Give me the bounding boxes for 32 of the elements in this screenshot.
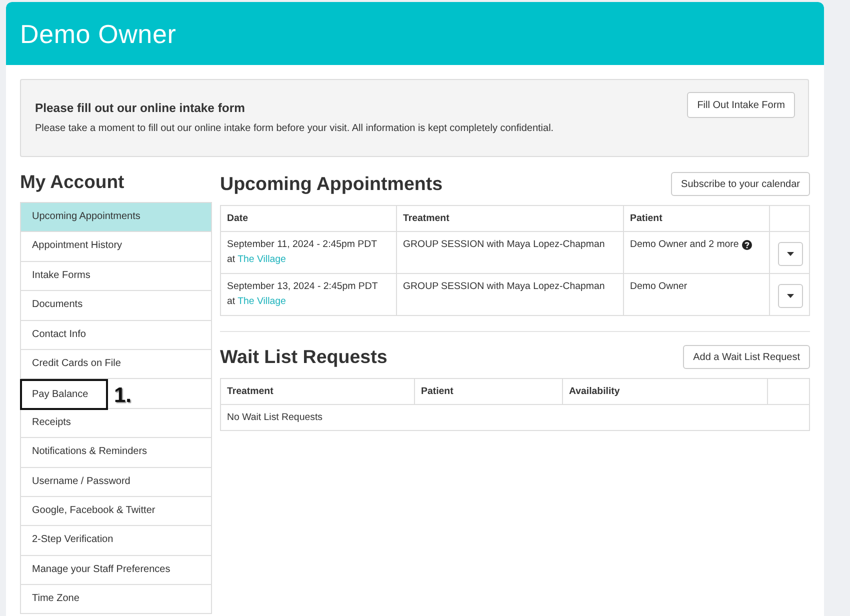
sidebar-item[interactable]: Upcoming Appointments <box>21 203 211 232</box>
subscribe-calendar-button[interactable]: Subscribe to your calendar <box>671 172 810 196</box>
sidebar-item[interactable]: Pay Balance <box>20 378 108 410</box>
column-header: Date <box>227 213 248 224</box>
section-heading: Upcoming Appointments <box>220 173 443 195</box>
caret-down-icon <box>787 294 794 298</box>
patient-text: Demo Owner <box>630 280 688 294</box>
appointment-date: September 13, 2024 - 2:45pm PDT at The Village <box>227 280 379 309</box>
fill-out-form-button[interactable]: Fill Out Intake Form <box>687 92 795 118</box>
notice-title: Please fill out our online intake form <box>35 101 246 115</box>
sidebar-item[interactable]: Contact Info <box>21 320 211 350</box>
dropdown-button[interactable] <box>778 242 803 266</box>
caret-down-icon <box>787 252 794 256</box>
column-header: Treatment <box>227 386 274 397</box>
patient-text: Demo Owner and 2 more <box>630 238 739 252</box>
column-header: Patient <box>630 213 662 224</box>
column-header: Patient <box>421 386 454 397</box>
annotation-label: 1. <box>114 384 132 407</box>
section-heading: Wait List Requests <box>220 346 388 368</box>
notice-text: Please take a moment to fill out our online intake form before your visit. All information is kept completely confidential. <box>35 123 554 134</box>
column-header: Availability <box>569 386 620 397</box>
treatment-text: GROUP SESSION with Maya Lopez-Chapman <box>403 281 605 292</box>
page-title: Demo Owner <box>20 18 176 50</box>
dropdown-button[interactable] <box>778 284 803 308</box>
add-wait-list-button[interactable]: Add a Wait List Request <box>683 345 810 369</box>
section-heading: My Account <box>20 172 126 192</box>
appointment-date: September 11, 2024 - 2:45pm PDT at The Village <box>227 238 378 267</box>
sidebar-item[interactable]: Username / Password <box>21 468 211 497</box>
sidebar-item[interactable]: Manage your Staff Preferences <box>21 556 211 586</box>
treatment-text: GROUP SESSION with Maya Lopez-Chapman <box>403 239 605 250</box>
empty-message: No Wait List Requests <box>227 412 322 423</box>
column-header: Treatment <box>403 213 450 224</box>
